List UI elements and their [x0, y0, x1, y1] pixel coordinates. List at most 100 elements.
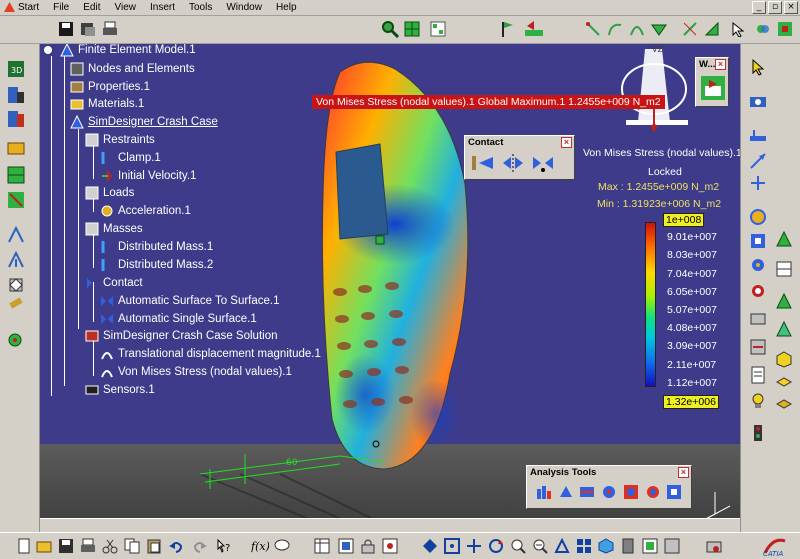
- print-button[interactable]: [78, 536, 98, 556]
- tree-node-acceleration[interactable]: Acceleration.1: [100, 202, 191, 219]
- copy-button[interactable]: [122, 536, 142, 556]
- sketch-toolbar-button[interactable]: [680, 19, 700, 39]
- restore-button[interactable]: ▫: [768, 1, 782, 14]
- light-tool-button[interactable]: [747, 390, 769, 412]
- animate-tool-icon[interactable]: [535, 483, 553, 501]
- table-button[interactable]: [312, 536, 332, 556]
- menu-tools[interactable]: Tools: [182, 0, 219, 16]
- cut-button[interactable]: [100, 536, 120, 556]
- select-toolbar-button[interactable]: [728, 19, 748, 39]
- new-button[interactable]: [14, 536, 34, 556]
- tessellate-tool-button[interactable]: [773, 258, 795, 280]
- report-tool-icon[interactable]: [644, 483, 662, 501]
- menu-help[interactable]: Help: [269, 0, 304, 16]
- normal-view-button[interactable]: [552, 536, 572, 556]
- grid-toolbar-button[interactable]: [402, 19, 422, 39]
- mass-button[interactable]: [5, 249, 27, 271]
- workbench-icon[interactable]: [699, 74, 727, 102]
- snap-button[interactable]: [380, 536, 400, 556]
- menu-window[interactable]: Window: [219, 0, 269, 16]
- menu-insert[interactable]: Insert: [143, 0, 182, 16]
- comment-button[interactable]: [272, 536, 292, 556]
- node-to-surface-tool-icon[interactable]: [531, 153, 555, 173]
- sensor-button[interactable]: [5, 292, 27, 314]
- save-management-button[interactable]: [78, 19, 98, 39]
- swap-toolbar-button[interactable]: [524, 19, 544, 39]
- tree-node-solution[interactable]: SimDesigner Crash Case Solution: [85, 327, 278, 344]
- shading-button[interactable]: [618, 536, 638, 556]
- menu-start[interactable]: Start: [0, 0, 46, 16]
- redo-button[interactable]: [190, 536, 210, 556]
- mass-tool-button[interactable]: [747, 230, 769, 252]
- undo-button[interactable]: [166, 536, 186, 556]
- curve-toolbar-button[interactable]: [605, 19, 625, 39]
- select-button[interactable]: [747, 56, 769, 78]
- point-toolbar-button[interactable]: [583, 19, 603, 39]
- paste-button[interactable]: [144, 536, 164, 556]
- contact-panel-close-button[interactable]: ×: [561, 137, 572, 148]
- save-button[interactable]: [56, 536, 76, 556]
- zoom-in-button[interactable]: [508, 536, 528, 556]
- mesh-button[interactable]: [5, 84, 27, 106]
- compass-widget[interactable]: [621, 49, 688, 132]
- iso-view-button[interactable]: [596, 536, 616, 556]
- traffic-light-button[interactable]: [747, 422, 769, 444]
- pyramid-tool-button[interactable]: [773, 290, 795, 312]
- fit-all-in-button[interactable]: [442, 536, 462, 556]
- 3d-viewport[interactable]: 60 VZ Finite Element Model.1 Nodes and E…: [40, 44, 740, 532]
- plane-tool-button[interactable]: [773, 370, 795, 392]
- model-manager-button[interactable]: 3D: [5, 58, 27, 80]
- tree-node-surface-to-surface[interactable]: Automatic Surface To Surface.1: [100, 292, 280, 309]
- whats-this-button[interactable]: ?: [214, 536, 234, 556]
- distributed-mass-tool-button[interactable]: [747, 280, 769, 302]
- formula-button[interactable]: f(x): [250, 536, 270, 556]
- surface-to-surface-tool-icon[interactable]: [471, 153, 495, 173]
- acceleration-tool-button[interactable]: [747, 254, 769, 276]
- fillet-tool-button[interactable]: [773, 228, 795, 250]
- sensor-tool-icon[interactable]: [665, 483, 683, 501]
- fit-all-button[interactable]: [380, 19, 400, 39]
- pan-button[interactable]: [464, 536, 484, 556]
- menu-view[interactable]: View: [107, 0, 143, 16]
- overlay-toolbar-button[interactable]: [753, 19, 773, 39]
- cut-plane-tool-icon[interactable]: [557, 483, 575, 501]
- fly-mode-button[interactable]: [420, 536, 440, 556]
- report-tool-button[interactable]: [747, 364, 769, 386]
- arc-toolbar-button[interactable]: [627, 19, 647, 39]
- offset-tool-button[interactable]: [773, 392, 795, 414]
- tree-node-loads[interactable]: Loads: [85, 184, 134, 201]
- extrema-tool-icon[interactable]: [600, 483, 618, 501]
- tree-node-crash-case[interactable]: SimDesigner Crash Case: [70, 113, 218, 130]
- axis-tool-button[interactable]: [747, 172, 769, 194]
- restraint-button[interactable]: [5, 164, 27, 186]
- layout-toolbar-button[interactable]: [428, 19, 448, 39]
- tree-node-distributed-mass-2[interactable]: Distributed Mass.2: [100, 256, 213, 273]
- compute-button[interactable]: [5, 329, 27, 351]
- tree-node-properties[interactable]: Properties.1: [70, 78, 150, 95]
- velocity-tool-button[interactable]: [747, 150, 769, 172]
- load-button[interactable]: [5, 224, 27, 246]
- minimize-button[interactable]: _: [752, 1, 766, 14]
- rotate-button[interactable]: [486, 536, 506, 556]
- tree-node-distributed-mass-1[interactable]: Distributed Mass.1: [100, 238, 213, 255]
- analysis-tools-close-button[interactable]: ×: [678, 467, 689, 478]
- open-button[interactable]: [34, 536, 54, 556]
- tree-node-nodes-elements[interactable]: Nodes and Elements: [70, 60, 195, 77]
- menu-edit[interactable]: Edit: [76, 0, 107, 16]
- tree-node-clamp[interactable]: Clamp.1: [100, 149, 161, 166]
- contact-tool-button[interactable]: [747, 308, 769, 330]
- cone-tool-button[interactable]: [773, 318, 795, 340]
- lock-button[interactable]: [358, 536, 378, 556]
- print-toolbar-button[interactable]: [100, 19, 120, 39]
- tree-node-materials[interactable]: Materials.1: [70, 95, 144, 112]
- swap-visible-button[interactable]: [662, 536, 682, 556]
- tree-node-sensors[interactable]: Sensors.1: [85, 381, 155, 398]
- cube-tool-button[interactable]: [773, 348, 795, 370]
- amplification-tool-icon[interactable]: [578, 483, 596, 501]
- save-toolbar-button[interactable]: [56, 19, 76, 39]
- tree-node-initial-velocity[interactable]: Initial Velocity.1: [100, 167, 196, 184]
- design-table-button[interactable]: [336, 536, 356, 556]
- tree-node-finite-element-model[interactable]: Finite Element Model.1: [60, 44, 196, 58]
- tree-node-von-mises[interactable]: Von Mises Stress (nodal values).1: [100, 363, 292, 380]
- info-tool-icon[interactable]: [622, 483, 640, 501]
